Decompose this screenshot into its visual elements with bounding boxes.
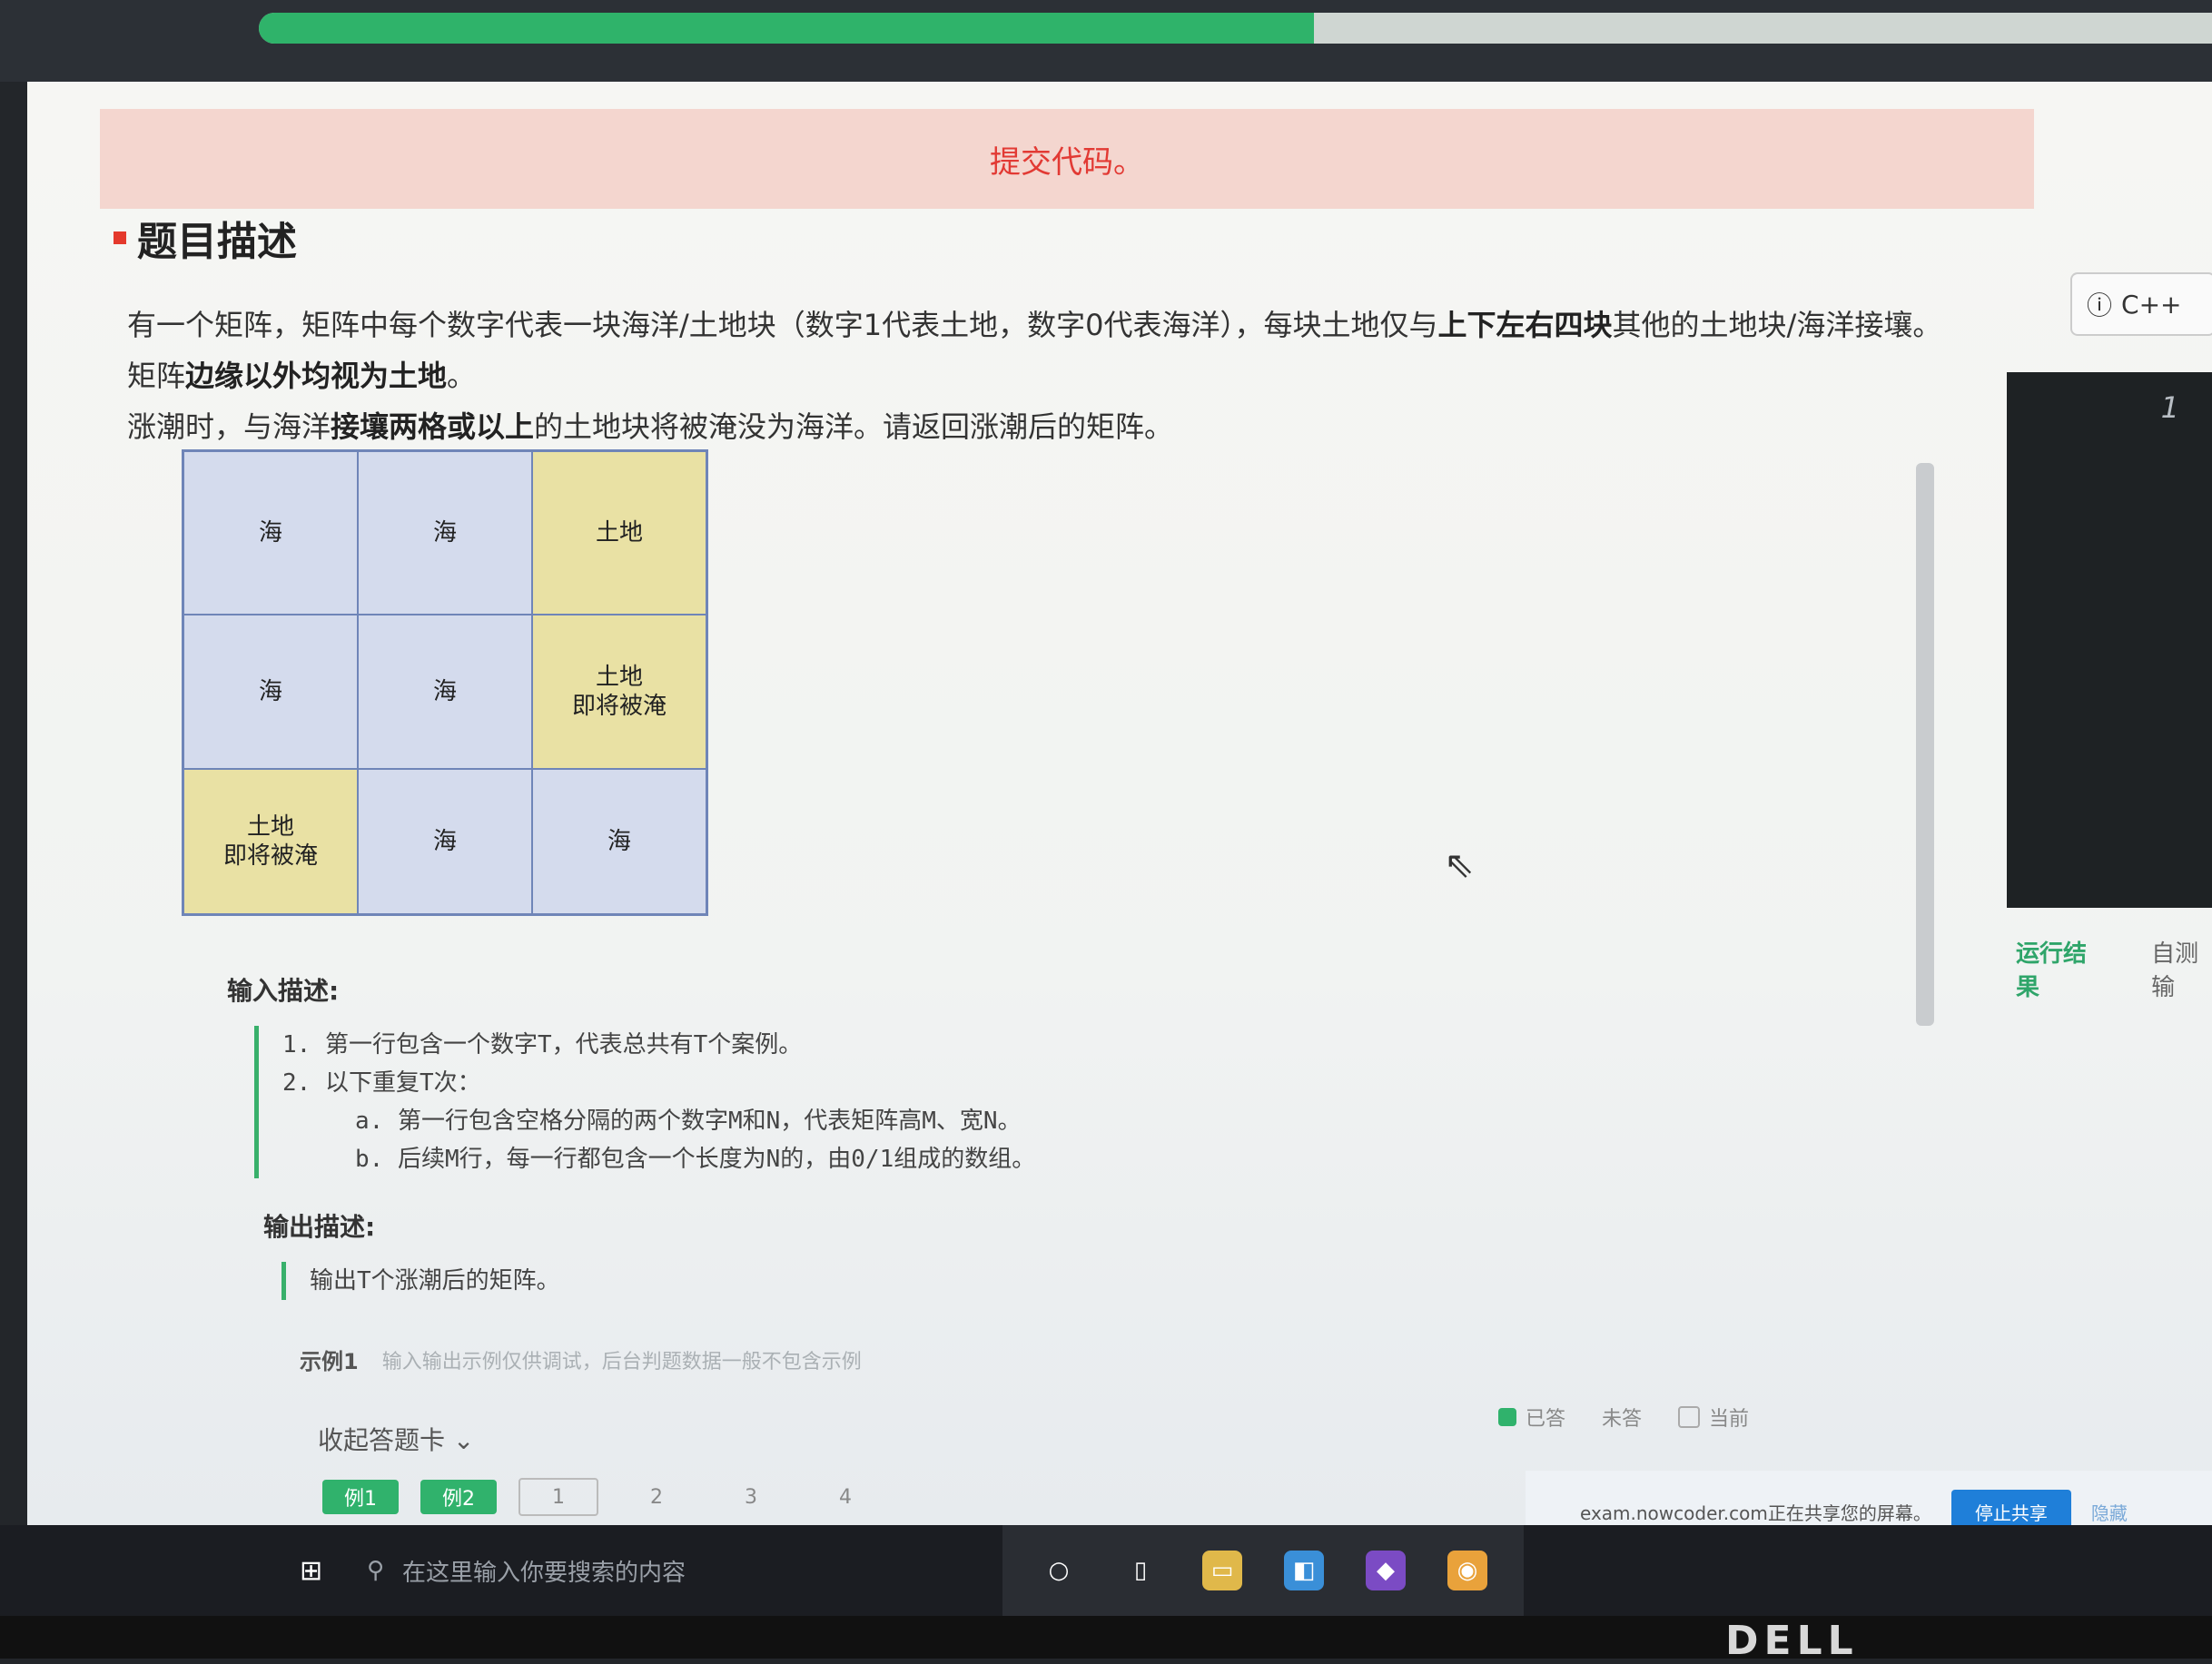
submit-code-label: 提交代码。 <box>990 143 1144 181</box>
monitor-bezel-top <box>0 0 2212 82</box>
desc-line-1: 有一个矩阵，矩阵中每个数字代表一块海洋/土地块（数字1代表土地，数字0代表海洋）… <box>127 308 1942 342</box>
exam-progress-bar <box>259 13 2212 44</box>
chrome-icon[interactable]: ◉ <box>1447 1551 1487 1590</box>
matrix-cell: 海 <box>183 615 358 769</box>
share-notice: exam.nowcoder.com正在共享您的屏幕。 <box>1580 1502 1931 1524</box>
intellij-icon[interactable]: ◧ <box>1284 1551 1324 1590</box>
matrix-cell: 土地 <box>532 451 706 615</box>
search-placeholder: 在这里输入你要搜索的内容 <box>402 1559 686 1587</box>
mouse-cursor-icon: ⇖ <box>1444 844 1475 886</box>
matrix-cell: 海 <box>358 769 532 914</box>
matrix-cell: 海 <box>532 769 706 914</box>
title-marker <box>114 231 126 244</box>
matrix-illustration: 海 海 土地 海 海 土地 即将被淹 土地 即将被淹 海 海 <box>182 449 708 916</box>
windows-taskbar: ⊞ ⚲ 在这里输入你要搜索的内容 ○ ▯ ▭ ◧ ◆ ◉ <box>0 1525 2212 1616</box>
monitor-bezel-bottom <box>0 1616 2212 1659</box>
collapse-label: 收起答题卡 <box>318 1425 446 1455</box>
input-description: 1. 第一行包含一个数字T，代表总共有T个案例。 2. 以下重复T次： a. 第… <box>254 1026 1035 1178</box>
question-button-example-2[interactable]: 例2 <box>420 1480 497 1514</box>
cortana-icon[interactable]: ○ <box>1039 1551 1079 1590</box>
language-select[interactable]: ⓘ C++ <box>2070 272 2212 336</box>
tab-run-result[interactable]: 运行结果 <box>2016 935 2097 1002</box>
language-label: C++ <box>2121 289 2182 320</box>
matrix-cell: 土地 即将被淹 <box>183 769 358 914</box>
search-icon: ⚲ <box>367 1557 385 1584</box>
visual-studio-icon[interactable]: ◆ <box>1366 1551 1406 1590</box>
problem-title-text: 题目描述 <box>137 219 297 265</box>
monitor-brand-logo: DELL <box>1725 1618 1859 1664</box>
desc-line-3: 涨潮时，与海洋接壤两格或以上的土地块将被淹没为海洋。请返回涨潮后的矩阵。 <box>127 409 1174 444</box>
question-button-4[interactable]: 4 <box>809 1486 882 1509</box>
question-button-example-1[interactable]: 例1 <box>322 1480 399 1514</box>
result-tabs: 运行结果 自测输 <box>2016 935 2212 1002</box>
matrix-cell: 海 <box>358 615 532 769</box>
question-button-1[interactable]: 1 <box>518 1478 598 1516</box>
legend-todo: 未答 <box>1602 1408 1643 1431</box>
desc-line-2: 矩阵边缘以外均视为土地。 <box>127 359 477 393</box>
code-panel: ⓘ C++ 1 运行结果 自测输 <box>1980 163 2212 1344</box>
output-description: 输出T个涨潮后的矩阵。 <box>281 1262 560 1300</box>
file-explorer-icon[interactable]: ▭ <box>1202 1551 1242 1590</box>
windows-start-icon[interactable]: ⊞ <box>300 1555 331 1587</box>
example-hint: 输入输出示例仅供调试，后台判题数据一般不包含示例 <box>381 1350 862 1374</box>
question-button-2[interactable]: 2 <box>620 1486 693 1509</box>
problem-title: 题目描述 <box>114 209 297 267</box>
input-description-title: 输入描述: <box>227 976 340 1006</box>
example-header: 示例1 输入输出示例仅供调试，后台判题数据一般不包含示例 <box>300 1344 862 1375</box>
matrix-cell: 海 <box>358 451 532 615</box>
line-number: 1 <box>2160 390 2179 425</box>
matrix-cell: 土地 即将被淹 <box>532 615 706 769</box>
input-item: 1. 第一行包含一个数字T，代表总共有T个案例。 <box>282 1031 803 1058</box>
answer-legend: 已答 未答 当前 <box>1498 1403 1749 1432</box>
pinned-apps: ○ ▯ ▭ ◧ ◆ ◉ <box>1002 1525 1524 1616</box>
problem-description: 有一个矩阵，矩阵中每个数字代表一块海洋/土地块（数字1代表土地，数字0代表海洋）… <box>127 300 1980 452</box>
output-item: 输出T个涨潮后的矩阵。 <box>310 1267 560 1295</box>
hide-share-button[interactable]: 隐藏 <box>2091 1499 2128 1525</box>
submit-code-banner[interactable]: 提交代码。 <box>100 109 2034 209</box>
legend-current: 当前 <box>1678 1403 1749 1432</box>
collapse-answer-card[interactable]: 收起答题卡 ⌄ <box>318 1421 474 1457</box>
task-view-icon[interactable]: ▯ <box>1121 1551 1160 1590</box>
browser-viewport: 提交代码。 题目描述 有一个矩阵，矩阵中每个数字代表一块海洋/土地块（数字1代表… <box>27 82 2212 1570</box>
legend-done: 已答 <box>1498 1403 1565 1432</box>
output-description-title: 输出描述: <box>263 1212 376 1242</box>
description-scrollbar[interactable] <box>1916 463 1934 1026</box>
question-buttons: 例1 例2 1 2 3 4 <box>322 1478 882 1516</box>
tab-self-test[interactable]: 自测输 <box>2151 935 2212 1002</box>
question-button-3[interactable]: 3 <box>715 1486 787 1509</box>
done-swatch <box>1498 1408 1516 1426</box>
matrix-cell: 海 <box>183 451 358 615</box>
exam-progress-fill <box>259 13 1314 44</box>
input-subitem: a. 第一行包含空格分隔的两个数字M和N，代表矩阵高M、宽N。 <box>355 1108 1022 1135</box>
input-subitem: b. 后续M行，每一行都包含一个长度为N的，由0/1组成的数组。 <box>355 1146 1036 1173</box>
chevron-down-icon: ⌄ <box>452 1425 475 1455</box>
code-editor[interactable]: 1 <box>2007 372 2212 908</box>
current-swatch <box>1678 1406 1701 1428</box>
example-label[interactable]: 示例1 <box>300 1344 359 1375</box>
info-icon: ⓘ <box>2087 290 2113 320</box>
input-item: 2. 以下重复T次： <box>282 1069 481 1097</box>
taskbar-search[interactable]: ⚲ 在这里输入你要搜索的内容 <box>367 1543 912 1598</box>
